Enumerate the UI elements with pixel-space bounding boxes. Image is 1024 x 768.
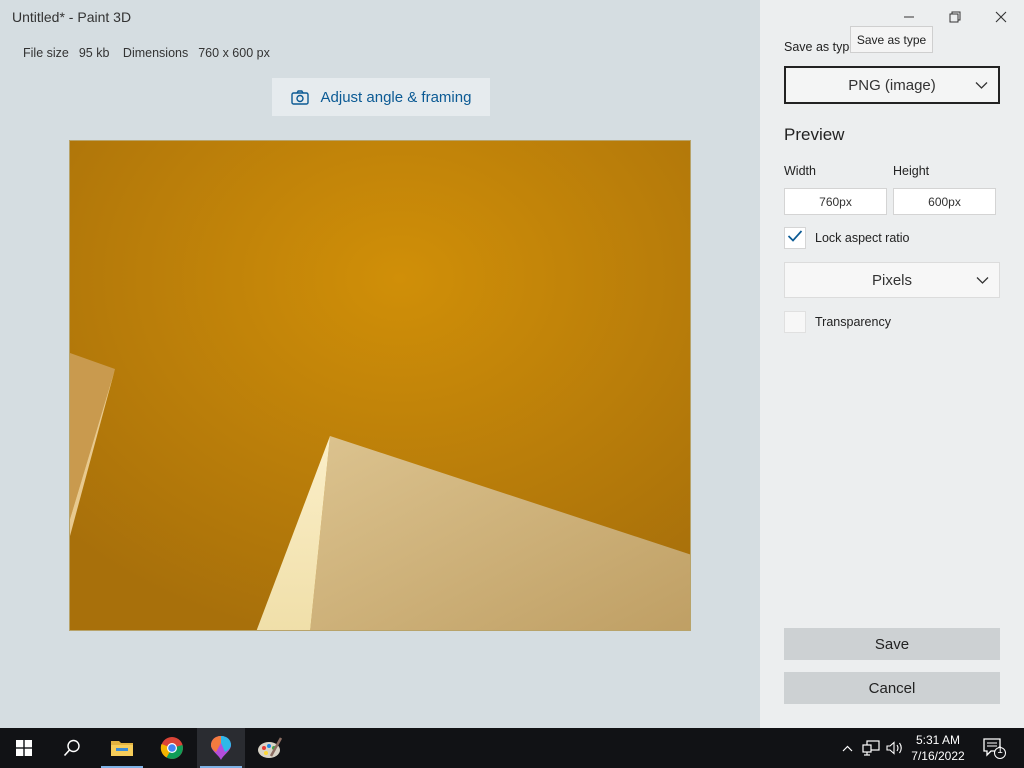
- windows-start-icon[interactable]: [0, 728, 48, 768]
- volume-icon[interactable]: [884, 728, 906, 768]
- preview-heading: Preview: [784, 125, 845, 144]
- dimensions-value: 760 x 600 px: [198, 46, 270, 60]
- clock-date: 7/16/2022: [911, 749, 965, 763]
- clock-time: 5:31 AM: [915, 733, 961, 747]
- network-icon[interactable]: [860, 728, 882, 768]
- restore-icon[interactable]: [940, 6, 970, 28]
- notification-count: 1: [997, 745, 1003, 756]
- transparency-checkbox[interactable]: [784, 311, 806, 333]
- chevron-down-icon: [975, 77, 988, 94]
- cancel-button[interactable]: Cancel: [784, 672, 1000, 704]
- chrome-icon[interactable]: [148, 728, 196, 768]
- save-as-type-label: Save as type: [784, 40, 857, 54]
- width-field[interactable]: 760px: [784, 188, 887, 215]
- close-icon[interactable]: [986, 6, 1016, 28]
- save-button[interactable]: Save: [784, 628, 1000, 660]
- checkmark-icon: [787, 229, 803, 248]
- system-clock[interactable]: 5:31 AM 7/16/2022: [905, 732, 971, 764]
- preview-image: [69, 140, 691, 631]
- camera-icon: [290, 89, 309, 105]
- paint-3d-icon[interactable]: [197, 728, 245, 768]
- paint-palette-icon[interactable]: [246, 728, 294, 768]
- chevron-down-icon: [976, 272, 989, 289]
- taskbar: 5:31 AM 7/16/2022 1: [0, 728, 1024, 768]
- transparency-label: Transparency: [815, 315, 891, 329]
- dimensions-label: Dimensions: [122, 46, 189, 60]
- notifications-icon[interactable]: 1: [980, 728, 1008, 768]
- adjust-angle-button[interactable]: Adjust angle & framing: [272, 78, 490, 116]
- search-icon[interactable]: [48, 728, 96, 768]
- units-value: Pixels: [871, 271, 912, 289]
- adjust-angle-label: Adjust angle & framing: [320, 88, 472, 106]
- lock-aspect-checkbox[interactable]: [784, 227, 806, 249]
- width-label: Width: [784, 164, 816, 178]
- window-title: Untitled* - Paint 3D: [12, 9, 132, 25]
- height-label: Height: [893, 164, 930, 178]
- save-panel: [760, 0, 1024, 728]
- file-info: File size 95 kb Dimensions 760 x 600 px: [23, 46, 280, 60]
- height-field[interactable]: 600px: [893, 188, 996, 215]
- tooltip: Save as type: [850, 26, 933, 53]
- save-as-type-dropdown[interactable]: PNG (image): [784, 66, 1000, 104]
- units-dropdown[interactable]: Pixels: [784, 262, 1000, 298]
- lock-aspect-label: Lock aspect ratio: [815, 231, 910, 245]
- save-as-type-value: PNG (image): [848, 76, 936, 94]
- file-explorer-icon[interactable]: [98, 728, 146, 768]
- minimize-icon[interactable]: [894, 6, 924, 28]
- file-size-label: File size: [23, 46, 69, 60]
- file-size-value: 95 kb: [78, 46, 110, 60]
- chevron-up-icon[interactable]: [838, 728, 856, 768]
